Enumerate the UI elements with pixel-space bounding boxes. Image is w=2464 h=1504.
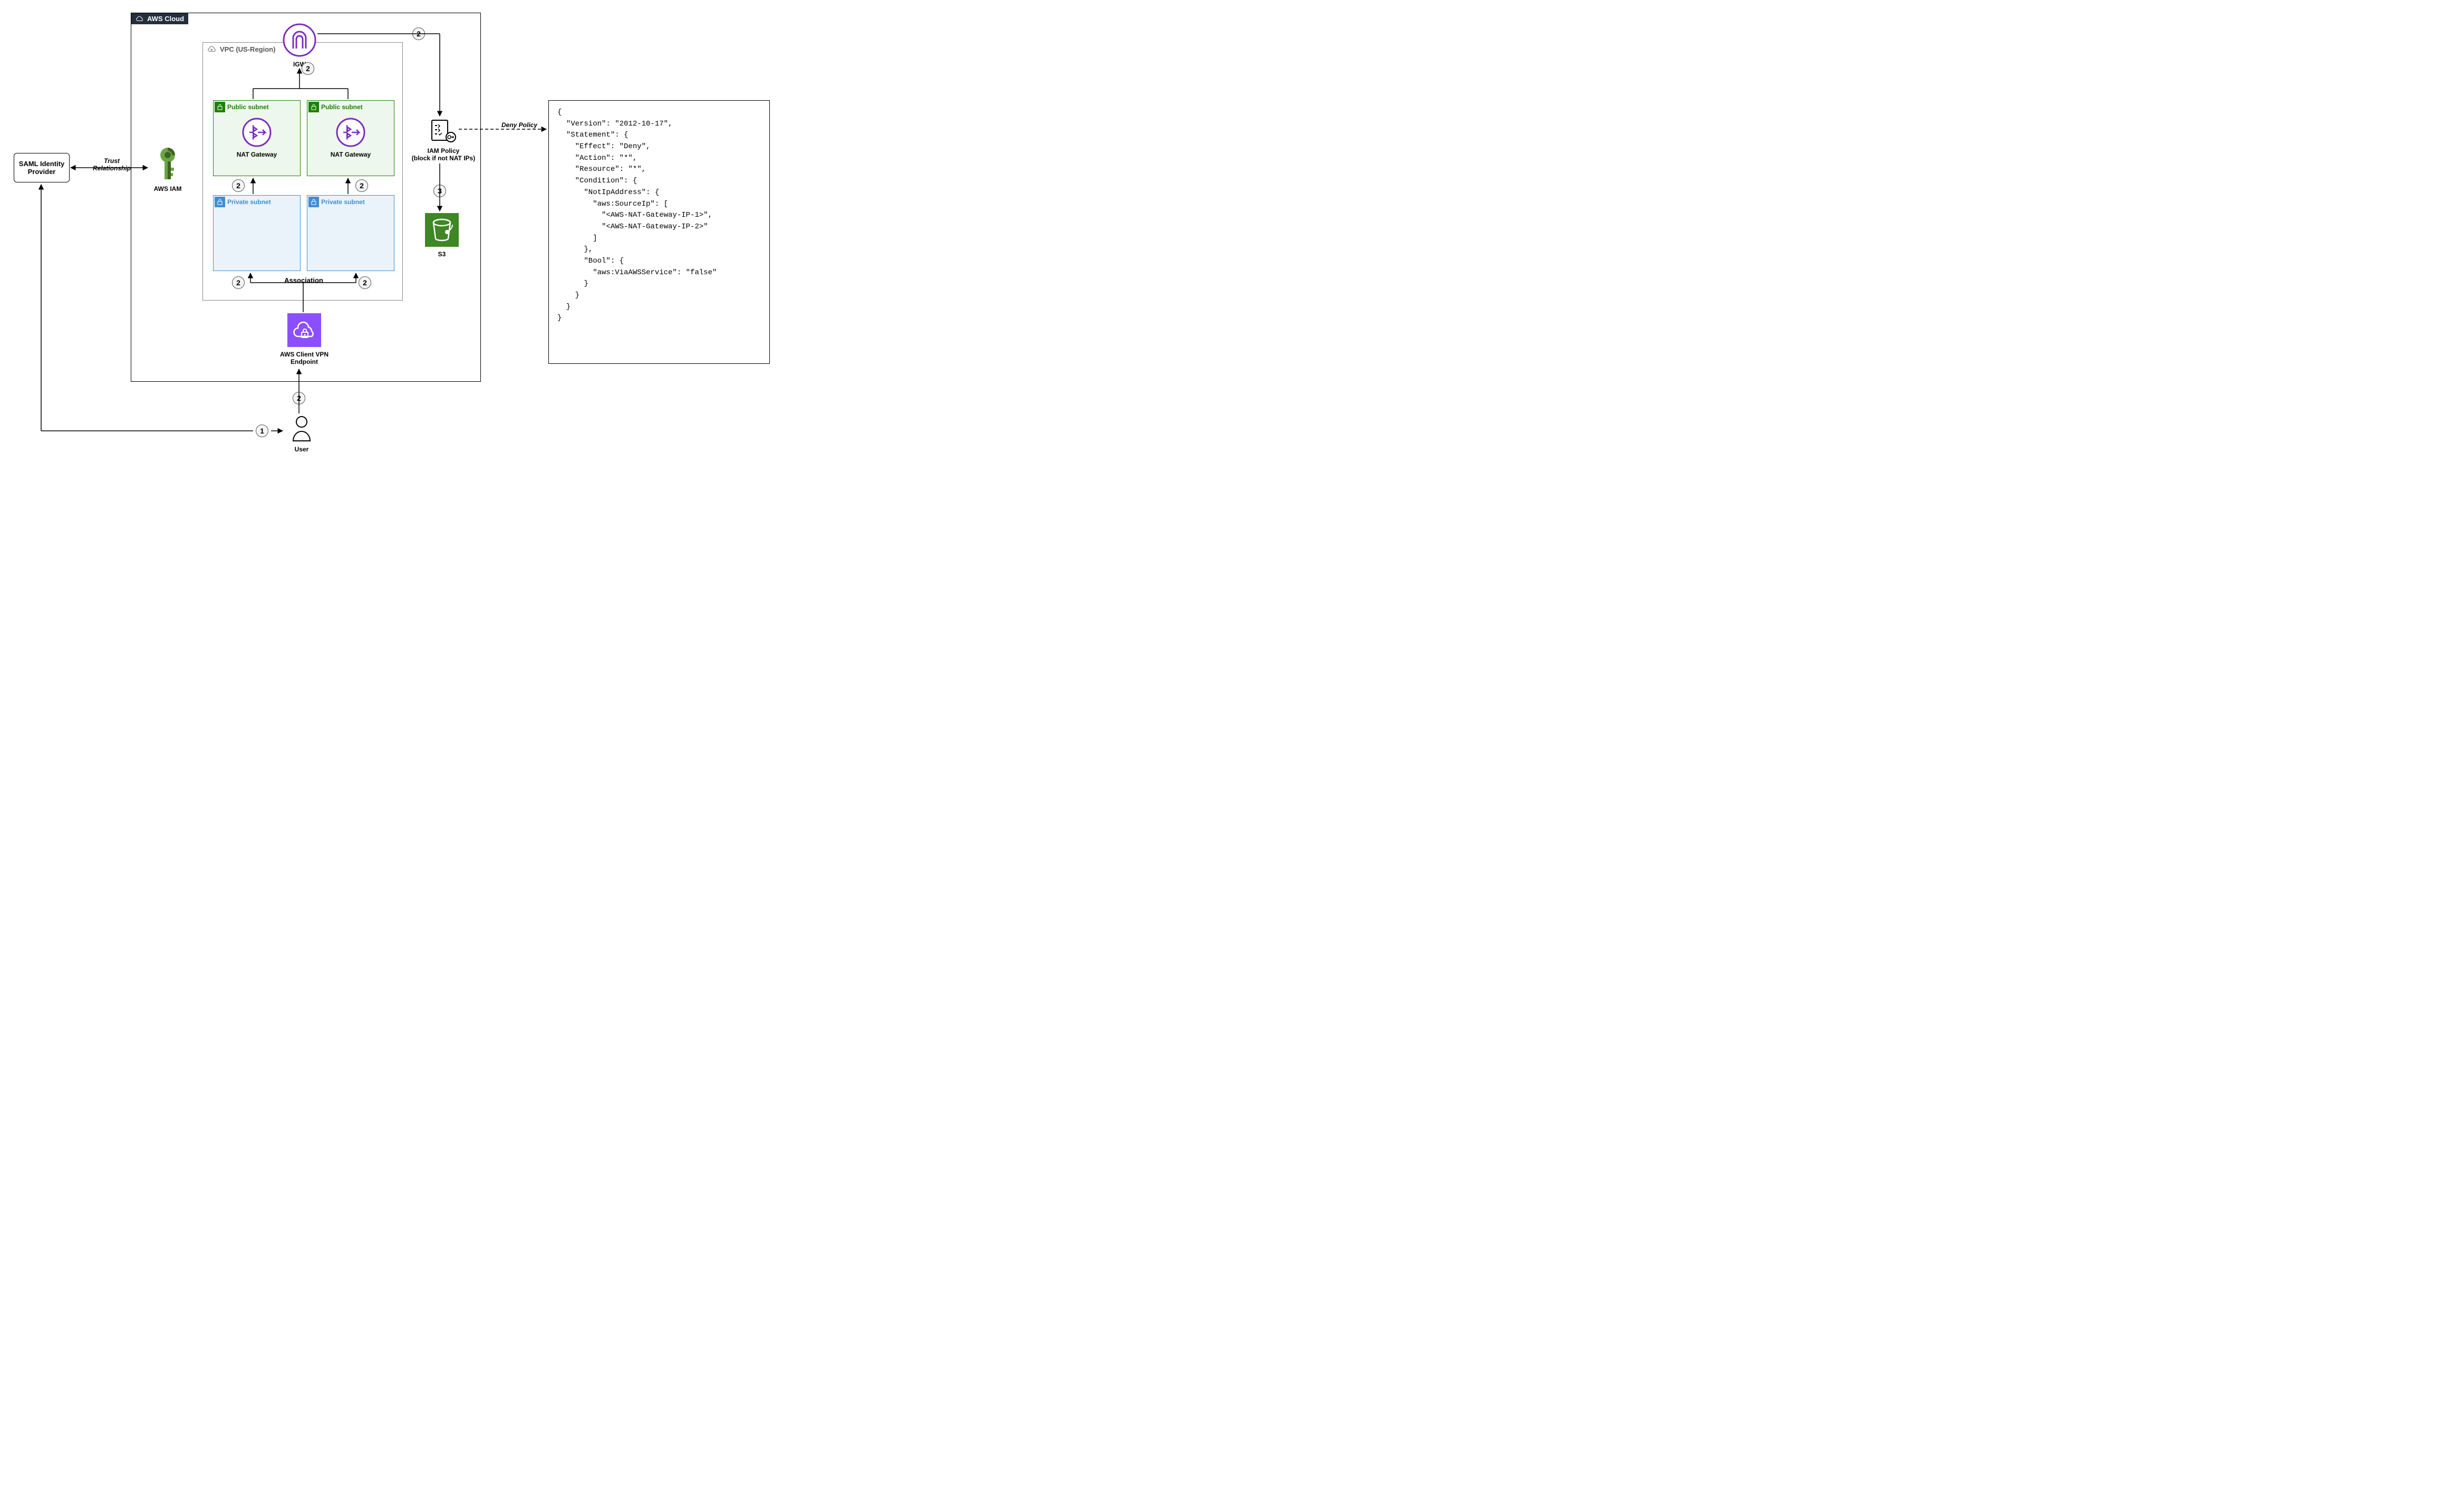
nat-gateway-1-label: NAT Gateway (214, 151, 300, 158)
igw-icon (283, 23, 316, 57)
user-icon (290, 416, 313, 442)
user-label: User (286, 446, 317, 453)
step-2-igw-policy: 2 (412, 27, 425, 40)
policy-json-box: { "Version": "2012-10-17", "Statement": … (548, 100, 770, 364)
vpc-title: VPC (US-Region) (220, 45, 275, 53)
step-2-assoc-left: 2 (232, 276, 245, 289)
saml-provider-box: SAML Identity Provider (14, 153, 70, 182)
iam-policy-icon (430, 118, 457, 143)
step-2-igw: 2 (302, 62, 314, 75)
client-vpn-node: AWS Client VPN Endpoint (275, 313, 333, 366)
step-3-policy-s3: 3 (433, 185, 446, 197)
step-2-priv-nat-left: 2 (232, 179, 245, 192)
public-subnet-1: Public subnet NAT Gateway (213, 100, 301, 176)
lock-icon (308, 197, 319, 207)
private-subnet-2-label: Private subnet (321, 198, 365, 206)
s3-label: S3 (421, 250, 463, 258)
vpc-cloud-icon (207, 45, 217, 54)
step-1: 1 (256, 425, 268, 437)
step-2-user-vpn: 2 (293, 392, 305, 404)
iam-policy-node: IAM Policy (block if not NAT IPs) (409, 118, 478, 162)
lock-icon (215, 102, 225, 112)
nat-gateway-icon (336, 118, 365, 147)
cloud-icon (136, 15, 144, 23)
private-subnet-1: Private subnet (213, 195, 301, 271)
lock-icon (308, 102, 319, 112)
trust-relationship-label: Trust Relationship (91, 157, 133, 172)
s3-node: S3 (421, 213, 463, 258)
architecture-diagram: SAML Identity Provider Trust Relationshi… (11, 11, 780, 469)
step-2-priv-nat-right: 2 (355, 179, 368, 192)
lock-icon (215, 197, 225, 207)
client-vpn-icon (287, 313, 321, 347)
public-subnet-2: Public subnet NAT Gateway (307, 100, 394, 176)
nat-gateway-2-label: NAT Gateway (307, 151, 394, 158)
public-subnet-2-label: Public subnet (321, 103, 363, 111)
iam-policy-label: IAM Policy (block if not NAT IPs) (409, 147, 478, 162)
association-label: Association (277, 276, 330, 284)
public-subnet-1-label: Public subnet (227, 103, 269, 111)
igw-node: IGW (281, 23, 318, 68)
aws-iam-label: AWS IAM (149, 185, 187, 192)
private-subnet-2: Private subnet (307, 195, 394, 271)
client-vpn-label: AWS Client VPN Endpoint (275, 351, 333, 366)
step-2-assoc-right: 2 (359, 276, 371, 289)
iam-key-icon (153, 147, 182, 181)
private-subnet-1-label: Private subnet (227, 198, 271, 206)
aws-cloud-title: AWS Cloud (147, 15, 184, 23)
nat-gateway-icon (242, 118, 272, 147)
aws-cloud-header: AWS Cloud (131, 13, 188, 24)
deny-policy-label: Deny Policy (496, 121, 543, 129)
s3-bucket-icon (425, 213, 459, 247)
user-node: User (286, 416, 317, 453)
aws-iam-node: AWS IAM (149, 147, 187, 192)
